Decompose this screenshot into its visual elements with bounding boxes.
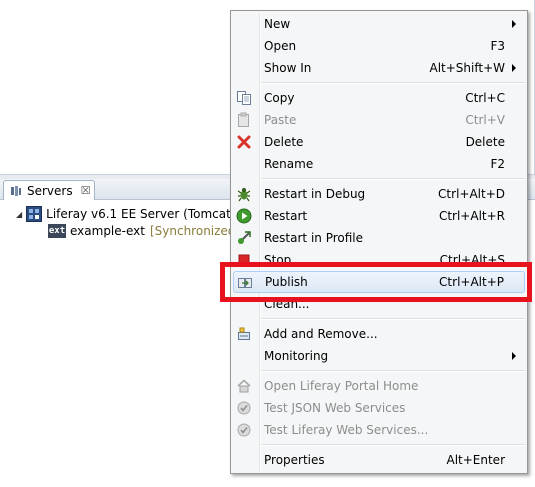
- menu-item-test-liferay[interactable]: Test Liferay Web Services...: [233, 419, 525, 441]
- menu-item-paste[interactable]: Paste Ctrl+V: [233, 109, 525, 131]
- close-icon[interactable]: ☒: [81, 184, 91, 197]
- menu-shortcut: Ctrl+Alt+R: [438, 209, 505, 223]
- menu-item-restart-debug[interactable]: Restart in Debug Ctrl+Alt+D: [233, 183, 525, 205]
- copy-icon: [236, 90, 252, 106]
- menu-shortcut: Alt+Enter: [446, 453, 505, 467]
- menu-label: Copy: [264, 91, 295, 105]
- menu-shortcut: Ctrl+V: [465, 113, 505, 127]
- menu-item-restart[interactable]: Restart Ctrl+Alt+R: [233, 205, 525, 227]
- menu-label: Open: [264, 39, 297, 53]
- menu-item-new[interactable]: New: [233, 13, 525, 35]
- module-label: example-ext: [70, 224, 145, 238]
- profile-icon: [236, 230, 252, 246]
- menu-shortcut: Ctrl+Alt+D: [438, 187, 505, 201]
- menu-shortcut: F2: [490, 157, 505, 171]
- menu-separator: [261, 444, 525, 446]
- menu-item-restart-profile[interactable]: Restart in Profile: [233, 227, 525, 249]
- add-remove-icon: [236, 326, 252, 342]
- menu-item-delete[interactable]: Delete Delete: [233, 131, 525, 153]
- menu-item-open-portal-home[interactable]: Open Liferay Portal Home: [233, 375, 525, 397]
- menu-item-copy[interactable]: Copy Ctrl+C: [233, 87, 525, 109]
- home-icon: [236, 378, 252, 394]
- menu-label: Open Liferay Portal Home: [264, 379, 419, 393]
- module-tree-item[interactable]: ext example-ext [Synchronized]: [48, 222, 240, 240]
- menu-shortcut: Delete: [465, 135, 505, 149]
- server-tree-item[interactable]: ◢ Liferay v6.1 EE Server (Tomcat 7) a: [16, 205, 258, 223]
- check-icon: [236, 422, 252, 438]
- run-icon: [236, 208, 252, 224]
- menu-label: Show In: [264, 61, 312, 75]
- menu-separator: [261, 318, 525, 320]
- submenu-arrow-icon: [512, 352, 516, 360]
- menu-label: Restart in Debug: [264, 187, 366, 201]
- menu-item-rename[interactable]: Rename F2: [233, 153, 525, 175]
- menu-item-open[interactable]: Open F3: [233, 35, 525, 57]
- delete-icon: [236, 134, 252, 150]
- liferay-server-icon: [26, 206, 43, 222]
- menu-shortcut: Alt+Shift+W: [429, 61, 506, 75]
- context-menu: New Open F3 Show In Alt+Shift+W Copy Ctr…: [230, 10, 528, 474]
- menu-label: Test JSON Web Services: [264, 401, 406, 415]
- module-status: [Synchronized]: [149, 224, 241, 238]
- menu-item-monitoring[interactable]: Monitoring: [233, 345, 525, 367]
- menu-separator: [261, 82, 525, 84]
- check-icon: [236, 400, 252, 416]
- paste-icon: [236, 112, 252, 128]
- tab-servers[interactable]: Servers ☒: [3, 180, 95, 200]
- menu-separator: [261, 370, 525, 372]
- debug-icon: [236, 186, 252, 202]
- menu-label: Properties: [264, 453, 325, 467]
- menu-item-add-remove[interactable]: Add and Remove...: [233, 323, 525, 345]
- expand-icon[interactable]: ◢: [16, 210, 22, 219]
- menu-label: Paste: [264, 113, 297, 127]
- tab-servers-label: Servers: [27, 183, 73, 198]
- menu-shortcut: F3: [490, 39, 505, 53]
- menu-label: Monitoring: [264, 349, 329, 363]
- highlight-annotation-box: [220, 262, 532, 302]
- menu-shortcut: Ctrl+C: [465, 91, 505, 105]
- menu-separator: [261, 178, 525, 180]
- menu-label: Restart: [264, 209, 308, 223]
- server-label: Liferay v6.1 EE Server (Tomcat 7) a: [46, 207, 259, 221]
- ext-module-icon: ext: [48, 224, 66, 238]
- menu-label: Restart in Profile: [264, 231, 364, 245]
- servers-icon: [10, 185, 22, 197]
- menu-item-test-json[interactable]: Test JSON Web Services: [233, 397, 525, 419]
- menu-label: Add and Remove...: [264, 327, 378, 341]
- menu-label: New: [264, 17, 291, 31]
- menu-label: Test Liferay Web Services...: [264, 423, 429, 437]
- menu-item-properties[interactable]: Properties Alt+Enter: [233, 449, 525, 471]
- menu-item-show-in[interactable]: Show In Alt+Shift+W: [233, 57, 525, 79]
- submenu-arrow-icon: [512, 20, 516, 28]
- submenu-arrow-icon: [512, 64, 516, 72]
- menu-label: Delete: [264, 135, 304, 149]
- menu-label: Rename: [264, 157, 314, 171]
